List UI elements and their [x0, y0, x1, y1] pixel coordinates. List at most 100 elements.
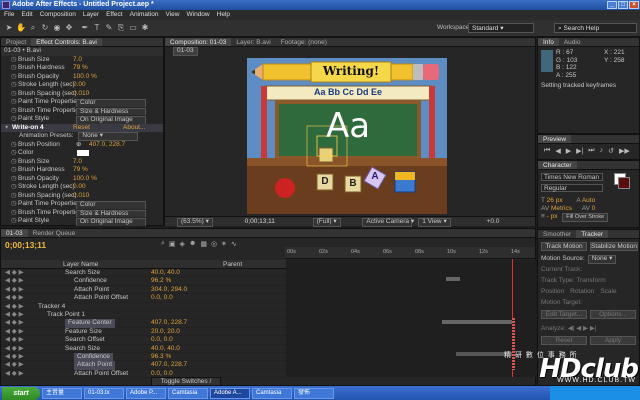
zoom-tool-icon[interactable]: ⌕	[28, 23, 38, 33]
tab-composition[interactable]: Composition: 01-03	[165, 38, 232, 46]
leading-value[interactable]: Auto	[582, 197, 595, 204]
track-motion-button[interactable]: Track Motion	[541, 242, 587, 251]
keyframe-nav-icon[interactable]: ◀ ◆ ▶	[5, 361, 24, 369]
property-stopwatch-icon[interactable]: ◷	[11, 56, 18, 65]
property-value[interactable]: 0.0, 0.0	[151, 336, 173, 344]
menu-item-effect[interactable]: Effect	[106, 10, 123, 20]
property-stopwatch-icon[interactable]: ◷	[11, 98, 18, 107]
keyframe-nav-icon[interactable]: ◀ ◆ ▶	[5, 294, 24, 302]
tracking-value[interactable]: 0	[592, 205, 596, 212]
graph-editor-icon[interactable]: ∿	[231, 240, 237, 248]
property-value[interactable]: 79 %	[73, 64, 88, 73]
timeline-property-row[interactable]: ◀ ◆ ▶ Track Point 1	[1, 311, 286, 320]
effect-header-write-on[interactable]: ▾ Write-on 4 Reset About...	[1, 123, 163, 133]
property-select[interactable]: Color	[76, 99, 146, 107]
property-value[interactable]: 7.0	[73, 158, 82, 167]
exposure-value[interactable]: +0.0	[487, 218, 500, 225]
keyframe-nav-icon[interactable]: ◀ ◆ ▶	[5, 370, 24, 378]
menu-item-help[interactable]: Help	[217, 10, 230, 20]
taskbar-item[interactable]: Camtasia	[252, 387, 292, 399]
minimize-button[interactable]: _	[607, 1, 617, 9]
property-value[interactable]: 0.010	[73, 90, 89, 99]
options-button[interactable]: Options...	[590, 310, 636, 319]
edit-target-button[interactable]: Edit Target...	[541, 310, 587, 319]
effect-about-link[interactable]: About...	[123, 124, 145, 133]
property-stopwatch-icon[interactable]: ◷	[11, 115, 18, 124]
timeline-property-row[interactable]: ◀ ◆ ▶ Search Size 40.0, 40.0	[1, 269, 286, 278]
property-value[interactable]: 0.010	[73, 192, 89, 201]
brainstorm-icon[interactable]: ✶	[221, 240, 227, 248]
property-stopwatch-icon[interactable]: ◷	[11, 200, 18, 209]
menu-item-layer[interactable]: Layer	[83, 10, 99, 20]
keyframe-nav-icon[interactable]: ◀ ◆ ▶	[5, 286, 24, 294]
selection-tool-icon[interactable]: ➤	[4, 23, 14, 33]
tab-effect-controls[interactable]: Effect Controls: B.avi	[31, 38, 102, 46]
tab-comp-01-03[interactable]: 01-03	[1, 229, 28, 237]
property-stopwatch-icon[interactable]: ◷	[11, 107, 18, 116]
tab-layer[interactable]: Layer: B.avi	[231, 38, 275, 46]
timeline-current-time[interactable]: 0;00;13;11	[5, 240, 46, 250]
start-button[interactable]: start	[2, 386, 40, 400]
property-value[interactable]: 7.0	[73, 56, 82, 65]
timeline-property-row[interactable]: ◀ ◆ ▶ Confidence 96.3 %	[1, 352, 286, 362]
resolution-select[interactable]: (Full) ▾	[312, 218, 341, 227]
font-size-value[interactable]: 26 px	[547, 197, 563, 204]
position-checkbox[interactable]: Position	[541, 288, 564, 295]
property-value[interactable]: 100.0 %	[73, 73, 97, 82]
timeline-property-row[interactable]: ◀ ◆ ▶ Attach Point 304.0, 294.0	[1, 286, 286, 295]
property-stopwatch-icon[interactable]: ◷	[11, 141, 18, 150]
property-value[interactable]: 407.0, 228.7	[151, 319, 187, 327]
crosshair-icon[interactable]: ⊕	[76, 141, 81, 150]
property-value[interactable]: 40.0, 40.0	[151, 345, 180, 353]
pan-behind-tool-icon[interactable]: ✥	[64, 23, 74, 33]
stroke-color-swatch[interactable]	[618, 177, 630, 189]
menu-item-window[interactable]: Window	[187, 10, 210, 20]
taskbar-item[interactable]: Adobe A...	[210, 387, 250, 399]
taskbar-item[interactable]: 主音量	[42, 387, 82, 399]
property-stopwatch-icon[interactable]: ◷	[11, 192, 18, 201]
rotation-checkbox[interactable]: Rotation	[570, 288, 594, 295]
menu-item-edit[interactable]: Edit	[21, 10, 32, 20]
scale-checkbox[interactable]: Scale	[600, 288, 616, 295]
comp-viewer[interactable]: Writing! Aa Bb Cc Dd Ee Aa D B A	[247, 58, 447, 214]
property-value[interactable]: 96.2 %	[151, 277, 171, 285]
frame-blend-icon[interactable]: ▦	[200, 240, 207, 248]
shy-layers-icon[interactable]: ☻	[189, 240, 196, 248]
ram-preview-icon[interactable]: ▶▶	[619, 147, 630, 155]
text-tool-icon[interactable]: T	[92, 23, 102, 33]
property-value[interactable]: 96.3 %	[151, 353, 171, 361]
property-select[interactable]: On Original Image	[76, 218, 146, 226]
timeline-property-row[interactable]: ◀ ◆ ▶ Tracker 4	[1, 303, 286, 311]
property-select[interactable]: Color	[76, 201, 146, 209]
search-timeline-icon[interactable]: ⌕	[161, 240, 165, 248]
property-value[interactable]: 407.0, 228.7	[151, 361, 187, 369]
comp-current-time[interactable]: 0;00;13;11	[245, 218, 275, 225]
timeline-property-row[interactable]: ◀ ◆ ▶ Attach Point Offset 0.0, 0.0	[1, 370, 286, 379]
keyframe-nav-icon[interactable]: ◀ ◆ ▶	[5, 303, 24, 311]
property-value[interactable]: 0.00	[73, 81, 86, 90]
toggle-switches-modes-button[interactable]: Toggle Switches / Modes	[151, 377, 221, 393]
property-stopwatch-icon[interactable]: ◷	[11, 175, 18, 184]
camera-select[interactable]: Active Camera ▾	[362, 218, 414, 227]
effect-reset-link[interactable]: Reset	[73, 124, 90, 133]
property-select[interactable]: On Original Image	[76, 116, 146, 124]
keyframe-nav-icon[interactable]: ◀ ◆ ▶	[5, 269, 24, 277]
menu-item-composition[interactable]: Composition	[40, 10, 76, 20]
play-icon[interactable]: ▶	[566, 147, 571, 155]
prev-frame-icon[interactable]: ◀	[555, 147, 560, 155]
keyframe-nav-icon[interactable]: ◀ ◆ ▶	[5, 353, 24, 361]
property-value[interactable]: 304.0, 294.0	[151, 286, 187, 294]
property-stopwatch-icon[interactable]: ◷	[11, 209, 18, 218]
timeline-property-row[interactable]: ◀ ◆ ▶ Attach Point Offset 0.0, 0.0	[1, 294, 286, 303]
taskbar-item[interactable]: 01-03.tx	[84, 387, 124, 399]
property-stopwatch-icon[interactable]: ◷	[11, 90, 18, 99]
property-stopwatch-icon[interactable]: ◷	[11, 183, 18, 192]
property-stopwatch-icon[interactable]: ◷	[11, 64, 18, 73]
property-stopwatch-icon[interactable]: ◷	[11, 81, 18, 90]
next-frame-icon[interactable]: ▶|	[576, 147, 583, 155]
property-stopwatch-icon[interactable]: ◷	[11, 217, 18, 226]
draft-3d-icon[interactable]: ◈	[180, 240, 185, 248]
color-swatch[interactable]	[77, 150, 89, 156]
tab-project[interactable]: Project	[1, 38, 31, 46]
keyframe-nav-icon[interactable]: ◀ ◆ ▶	[5, 345, 24, 353]
